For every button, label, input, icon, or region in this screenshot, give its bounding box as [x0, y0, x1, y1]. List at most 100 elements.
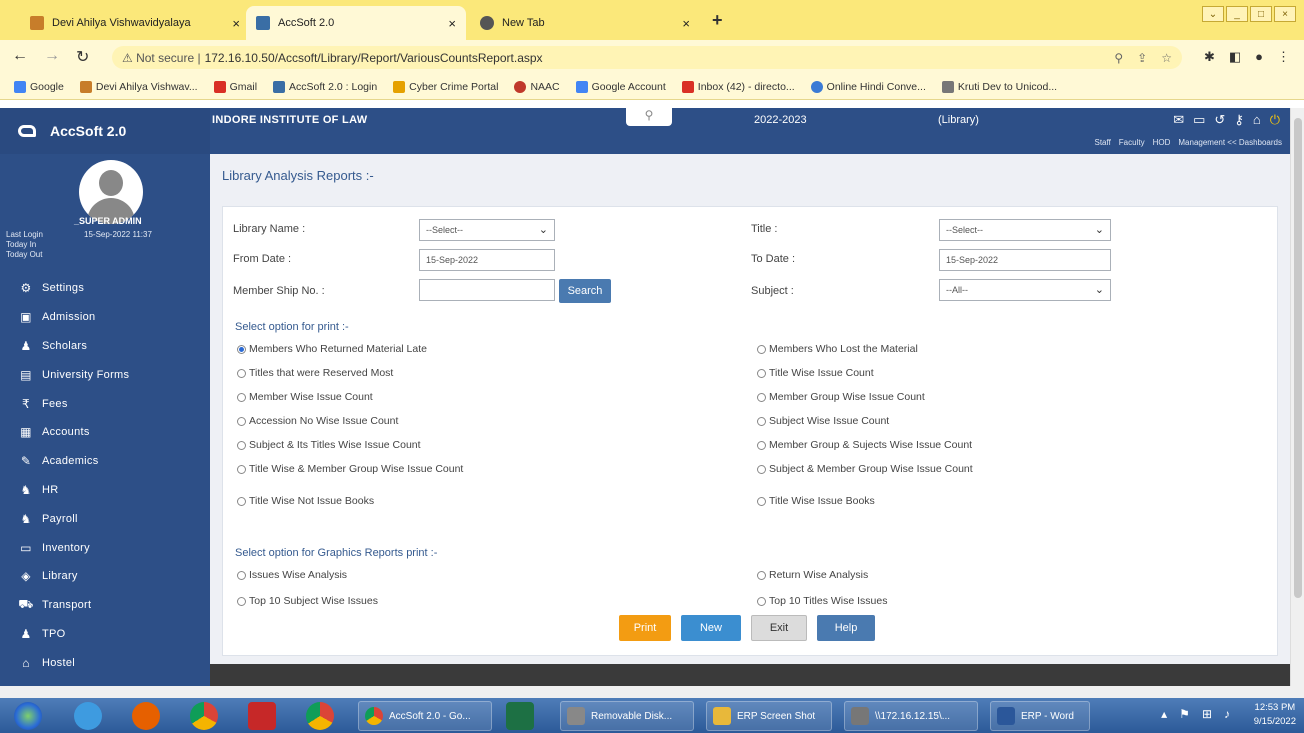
sidebar-item-hostel[interactable]: ⌂ Hostel	[0, 648, 210, 677]
app-logo[interactable]: AccSoft 2.0	[0, 108, 210, 154]
close-icon[interactable]: ×	[232, 16, 240, 31]
bookmark-item[interactable]: Kruti Dev to Unicod...	[941, 80, 1057, 93]
radio-option[interactable]: Subject Wise Issue Count	[757, 415, 889, 427]
url-field[interactable]: ⚠ Not secure | 172.16.10.50/Accsoft/Libr…	[112, 46, 1182, 69]
radio-option[interactable]: Top 10 Subject Wise Issues	[237, 595, 378, 607]
sidebar-item-hr[interactable]: ♞ HR	[0, 476, 210, 505]
horizontal-scrollbar[interactable]	[0, 686, 1304, 698]
radio-option[interactable]: Title Wise Not Issue Books	[237, 495, 374, 507]
mail-icon[interactable]: ✉	[1173, 112, 1184, 128]
tab-accsoft[interactable]: AccSoft 2.0 ×	[246, 6, 466, 40]
radio-option[interactable]: Titles that were Reserved Most	[237, 367, 393, 379]
sidebar-item-settings[interactable]: ⚙ Settings	[0, 274, 210, 303]
volume-icon[interactable]: ♪	[1224, 707, 1230, 721]
membership-input[interactable]	[419, 279, 555, 301]
sidebar-item-payroll[interactable]: ♞ Payroll	[0, 504, 210, 533]
radio-option[interactable]: Member Group Wise Issue Count	[757, 391, 925, 403]
sidebar-item-admission[interactable]: ▣ Admission	[0, 303, 210, 332]
close-icon[interactable]: ×	[682, 16, 690, 31]
exit-button[interactable]: Exit	[751, 615, 807, 641]
sidebar-item-tpo[interactable]: ♟ TPO	[0, 620, 210, 649]
taskbar-chrome-2[interactable]	[306, 701, 334, 731]
tab-devi-ahilya[interactable]: Devi Ahilya Vishwavidyalaya ×	[20, 6, 250, 40]
new-button[interactable]: New	[681, 615, 741, 641]
library-name-select[interactable]: --Select-- ⌄	[419, 219, 555, 241]
taskbar-chrome[interactable]	[190, 701, 218, 731]
taskbar-acrobat[interactable]	[248, 701, 276, 731]
print-button[interactable]: Print	[619, 615, 671, 641]
radio-option[interactable]: Accession No Wise Issue Count	[237, 415, 398, 427]
bookmark-item[interactable]: Google Account	[575, 80, 666, 93]
power-icon[interactable]: ⏻	[1270, 112, 1280, 128]
search-button[interactable]: Search	[559, 279, 611, 303]
sidebar-item-transport[interactable]: ⛟ Transport	[0, 591, 210, 620]
maximize-button[interactable]: □	[1250, 6, 1272, 22]
close-icon[interactable]: ×	[448, 16, 456, 31]
sidebar-item-inventory[interactable]: ▭ Inventory	[0, 533, 210, 562]
radio-option[interactable]: Subject & Member Group Wise Issue Count	[757, 463, 973, 475]
taskbar-clock[interactable]: 12:53 PM 9/15/2022	[1254, 701, 1296, 729]
menu-icon[interactable]: ⋮	[1277, 49, 1290, 65]
sidebar-item-academics[interactable]: ✎ Academics	[0, 447, 210, 476]
link-staff[interactable]: Staff	[1094, 138, 1110, 147]
refresh-icon[interactable]: ↺	[1214, 112, 1225, 128]
new-tab-button[interactable]: +	[712, 10, 723, 31]
radio-option[interactable]: Member Wise Issue Count	[237, 391, 373, 403]
taskbar-firefox[interactable]	[132, 701, 160, 731]
extensions-icon[interactable]: ✱	[1204, 49, 1215, 65]
minimize-button[interactable]: _	[1226, 6, 1248, 22]
title-select[interactable]: --Select-- ⌄	[939, 219, 1111, 241]
from-date-field[interactable]: 15-Sep-2022	[419, 249, 555, 271]
radio-option[interactable]: Title Wise Issue Count	[757, 367, 874, 379]
help-button[interactable]: Help	[817, 615, 875, 641]
sidebar-item-fees[interactable]: ₹ Fees	[0, 389, 210, 418]
bookmark-item[interactable]: Cyber Crime Portal	[393, 80, 498, 93]
bookmark-item[interactable]: Google	[14, 80, 64, 93]
taskbar-excel[interactable]	[506, 701, 534, 731]
sidebar-item-accounts[interactable]: ▦ Accounts	[0, 418, 210, 447]
star-icon[interactable]: ☆	[1161, 51, 1172, 65]
taskbar-window-word[interactable]: ERP - Word	[990, 701, 1090, 731]
taskbar-window-accsoft[interactable]: AccSoft 2.0 - Go...	[358, 701, 492, 731]
bookmark-item[interactable]: AccSoft 2.0 : Login	[273, 80, 377, 93]
bookmark-item[interactable]: NAAC	[514, 80, 560, 93]
to-date-field[interactable]: 15-Sep-2022	[939, 249, 1111, 271]
radio-option[interactable]: Subject & Its Titles Wise Issue Count	[237, 439, 421, 451]
tray-expand-icon[interactable]: ▴	[1161, 707, 1167, 721]
flag-icon[interactable]: ⚑	[1179, 707, 1190, 721]
subject-select[interactable]: --All-- ⌄	[939, 279, 1111, 301]
close-window-button[interactable]: ×	[1274, 6, 1296, 22]
share-icon[interactable]: ⇪	[1137, 51, 1147, 65]
bookmark-item[interactable]: Devi Ahilya Vishwav...	[79, 80, 198, 93]
link-faculty[interactable]: Faculty	[1119, 138, 1145, 147]
radio-option[interactable]: Title Wise & Member Group Wise Issue Cou…	[237, 463, 463, 475]
radio-option[interactable]: Members Who Lost the Material	[757, 343, 918, 355]
back-icon[interactable]: ←	[12, 47, 28, 67]
radio-option[interactable]: Members Who Returned Material Late	[237, 343, 427, 355]
taskbar-ie[interactable]	[74, 701, 102, 731]
vertical-scrollbar[interactable]	[1290, 108, 1304, 686]
network-icon[interactable]: ⊞	[1202, 707, 1212, 721]
sidebar-item-university-forms[interactable]: ▤ University Forms	[0, 360, 210, 389]
search-icon[interactable]: ⚲	[626, 108, 672, 126]
radio-option[interactable]: Issues Wise Analysis	[237, 569, 347, 581]
radio-option[interactable]: Member Group & Sujects Wise Issue Count	[757, 439, 972, 451]
forward-icon[interactable]: →	[44, 47, 60, 67]
taskbar-window-erp-screenshot[interactable]: ERP Screen Shot	[706, 701, 832, 731]
bookmark-item[interactable]: Gmail	[213, 80, 257, 93]
reload-icon[interactable]: ↻	[76, 47, 89, 67]
key-icon[interactable]: ⚷	[1234, 112, 1244, 128]
zoom-icon[interactable]: ⚲	[1114, 51, 1123, 65]
link-management-dashboards[interactable]: Management << Dashboards	[1178, 138, 1282, 147]
tab-new-tab[interactable]: New Tab ×	[470, 6, 700, 40]
chevron-down-icon[interactable]: ⌄	[1202, 6, 1224, 22]
taskbar-window-network[interactable]: \\172.16.12.15\...	[844, 701, 978, 731]
bookmark-item[interactable]: Inbox (42) - directo...	[681, 80, 795, 93]
link-hod[interactable]: HOD	[1153, 138, 1171, 147]
taskbar-window-removable-disk[interactable]: Removable Disk...	[560, 701, 694, 731]
sidebar-item-scholars[interactable]: ♟ Scholars	[0, 332, 210, 361]
radio-option[interactable]: Title Wise Issue Books	[757, 495, 875, 507]
sidebar-item-library[interactable]: ◈ Library	[0, 562, 210, 591]
start-button[interactable]	[14, 701, 42, 731]
radio-option[interactable]: Return Wise Analysis	[757, 569, 868, 581]
